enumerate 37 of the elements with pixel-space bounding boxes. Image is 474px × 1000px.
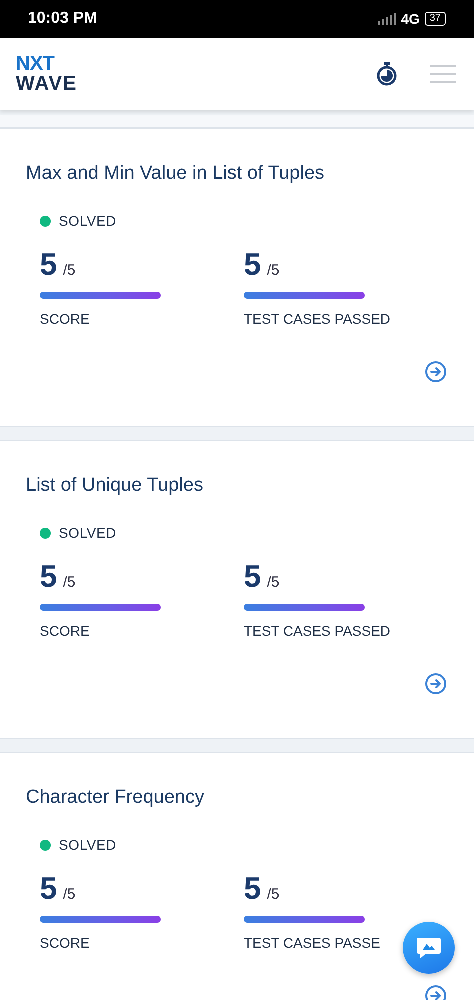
arrow-right-icon[interactable] [425, 361, 447, 383]
signal-icon [378, 13, 396, 25]
metric-total: /5 [267, 574, 280, 591]
metric-label: TEST CASES PASSE [244, 935, 380, 951]
stopwatch-icon[interactable] [376, 62, 398, 86]
metric-label: SCORE [40, 311, 90, 327]
logo-text: NXT [16, 54, 56, 74]
status-dot [40, 840, 51, 850]
metric-value: 5 [244, 559, 262, 595]
metric-total: /5 [63, 886, 76, 903]
problem-title: List of Unique Tuples [26, 474, 204, 498]
status-label: SOLVED [59, 837, 117, 853]
problem-title: Max and Min Value in List of Tuples [26, 162, 326, 186]
metric-value: 5 [244, 247, 262, 283]
status-dot [40, 216, 51, 226]
logo-text: WAVE [16, 74, 78, 94]
arrow-right-icon[interactable] [425, 673, 447, 695]
problem-title: Character Frequency [26, 786, 206, 810]
metric-total: /5 [63, 574, 76, 591]
metric-total: /5 [267, 262, 280, 279]
metric-total: /5 [267, 886, 280, 903]
metric-label: SCORE [40, 623, 90, 639]
status-dot [40, 528, 51, 538]
network-type: 4G [401, 11, 420, 27]
status-time: 10:03 PM [28, 10, 98, 28]
chat-icon[interactable] [416, 936, 442, 960]
status-label: SOLVED [59, 213, 117, 229]
metric-label: TEST CASES PASSED [244, 311, 391, 327]
metric-total: /5 [63, 262, 76, 279]
metric-label: TEST CASES PASSED [244, 623, 391, 639]
battery-level: 37 [424, 12, 446, 26]
status-label: SOLVED [59, 525, 117, 541]
metric-value: 5 [40, 871, 58, 907]
metric-value: 5 [244, 871, 262, 907]
metric-value: 5 [40, 247, 58, 283]
metric-label: SCORE [40, 935, 90, 951]
metric-value: 5 [40, 559, 58, 595]
